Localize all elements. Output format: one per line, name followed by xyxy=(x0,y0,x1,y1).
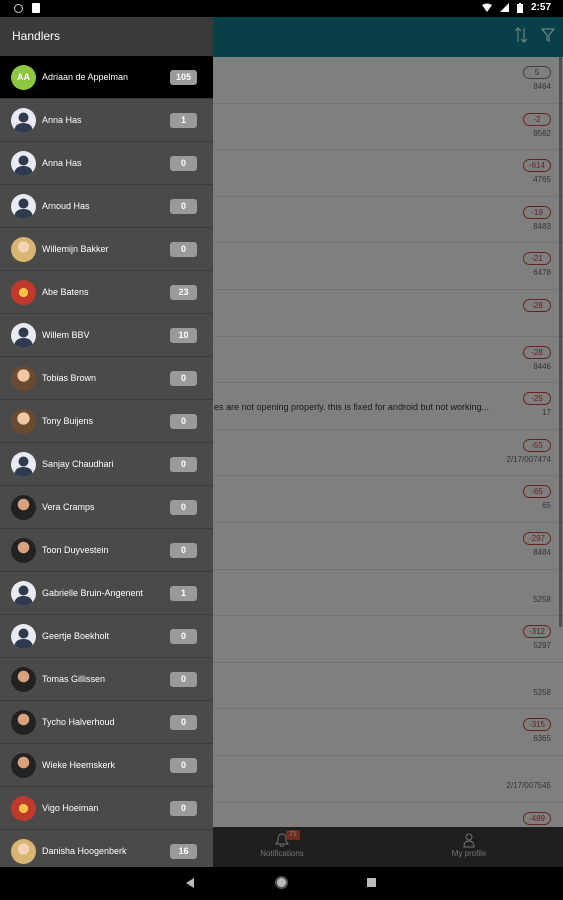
avatar xyxy=(11,537,36,563)
ticket-count-badge: 0 xyxy=(170,156,197,171)
ticket-count-badge: 1 xyxy=(170,586,197,601)
default-avatar-icon xyxy=(14,456,33,477)
battery-icon xyxy=(516,2,523,13)
ticket-count-badge: 16 xyxy=(170,844,197,859)
handler-item[interactable]: Willem BBV 10 xyxy=(0,314,213,357)
avatar xyxy=(11,752,36,778)
settings-status-icon xyxy=(14,3,23,13)
wifi-icon xyxy=(481,3,492,12)
avatar xyxy=(11,451,36,477)
ticket-count-badge: 0 xyxy=(170,672,197,687)
ticket-count-badge: 0 xyxy=(170,715,197,730)
avatar xyxy=(11,236,36,262)
handler-item[interactable]: Anna Has 1 xyxy=(0,99,213,142)
drawer-title: Handlers xyxy=(0,17,213,56)
handler-item[interactable]: Tycho Halverhoud 0 xyxy=(0,701,213,744)
handlers-drawer: Handlers AA Adriaan de Appelman 105 Anna Ha… xyxy=(0,17,213,873)
ticket-count-badge: 0 xyxy=(170,500,197,515)
ticket-count-badge: 0 xyxy=(170,242,197,257)
avatar xyxy=(11,408,36,434)
default-avatar-icon xyxy=(14,155,33,176)
avatar xyxy=(11,838,36,864)
default-avatar-icon xyxy=(14,198,33,219)
avatar xyxy=(11,580,36,606)
back-icon[interactable] xyxy=(186,878,194,888)
ticket-count-badge: 0 xyxy=(170,371,197,386)
avatar: AA xyxy=(11,64,36,90)
ticket-count-badge: 0 xyxy=(170,543,197,558)
handler-item[interactable]: Vera Cramps 0 xyxy=(0,486,213,529)
avatar xyxy=(11,795,36,821)
ticket-count-badge: 23 xyxy=(170,285,197,300)
default-avatar-icon xyxy=(14,628,33,649)
home-icon[interactable] xyxy=(275,876,288,889)
signal-icon xyxy=(499,3,509,12)
clock: 2:57 xyxy=(530,2,551,13)
handler-item[interactable]: Toon Duyvestein 0 xyxy=(0,529,213,572)
handler-item[interactable]: Gabrielle Bruin-Angenent 1 xyxy=(0,572,213,615)
ticket-count-badge: 0 xyxy=(170,801,197,816)
handler-item[interactable]: Geertje Boekholt 0 xyxy=(0,615,213,658)
handler-item[interactable]: Vigo Hoeiman 0 xyxy=(0,787,213,830)
avatar xyxy=(11,193,36,219)
handler-item[interactable]: Sanjay Chaudhari 0 xyxy=(0,443,213,486)
ticket-count-badge: 0 xyxy=(170,199,197,214)
sd-card-icon xyxy=(32,3,40,13)
ticket-count-badge: 0 xyxy=(170,758,197,773)
handler-item[interactable]: Wieke Heemskerk 0 xyxy=(0,744,213,787)
ticket-count-badge: 0 xyxy=(170,414,197,429)
avatar xyxy=(11,666,36,692)
handler-item[interactable]: Anna Has 0 xyxy=(0,142,213,185)
recents-icon[interactable] xyxy=(367,878,376,887)
handler-item[interactable]: Abe Batens 23 xyxy=(0,271,213,314)
avatar xyxy=(11,322,36,348)
avatar xyxy=(11,494,36,520)
handler-item[interactable]: Willemijn Bakker 0 xyxy=(0,228,213,271)
avatar xyxy=(11,623,36,649)
avatar xyxy=(11,279,36,305)
avatar xyxy=(11,150,36,176)
ticket-count-badge: 0 xyxy=(170,629,197,644)
handler-item[interactable]: Arnoud Has 0 xyxy=(0,185,213,228)
status-bar: 2:57 xyxy=(0,0,563,17)
avatar xyxy=(11,709,36,735)
ticket-count-badge: 10 xyxy=(170,328,197,343)
system-navigation-bar xyxy=(0,867,563,900)
handler-list: AA Adriaan de Appelman 105 Anna Has 1 Anna Ha… xyxy=(0,56,213,873)
avatar xyxy=(11,365,36,391)
ticket-count-badge: 0 xyxy=(170,457,197,472)
default-avatar-icon xyxy=(14,112,33,133)
ticket-count-badge: 105 xyxy=(170,70,197,85)
default-avatar-icon xyxy=(14,585,33,606)
avatar xyxy=(11,107,36,133)
handler-item[interactable]: Tony Buijens 0 xyxy=(0,400,213,443)
default-avatar-icon xyxy=(14,327,33,348)
ticket-count-badge: 1 xyxy=(170,113,197,128)
handler-item[interactable]: Tomas Gillissen 0 xyxy=(0,658,213,701)
handler-item[interactable]: Tobias Brown 0 xyxy=(0,357,213,400)
handler-item[interactable]: AA Adriaan de Appelman 105 xyxy=(0,56,213,99)
